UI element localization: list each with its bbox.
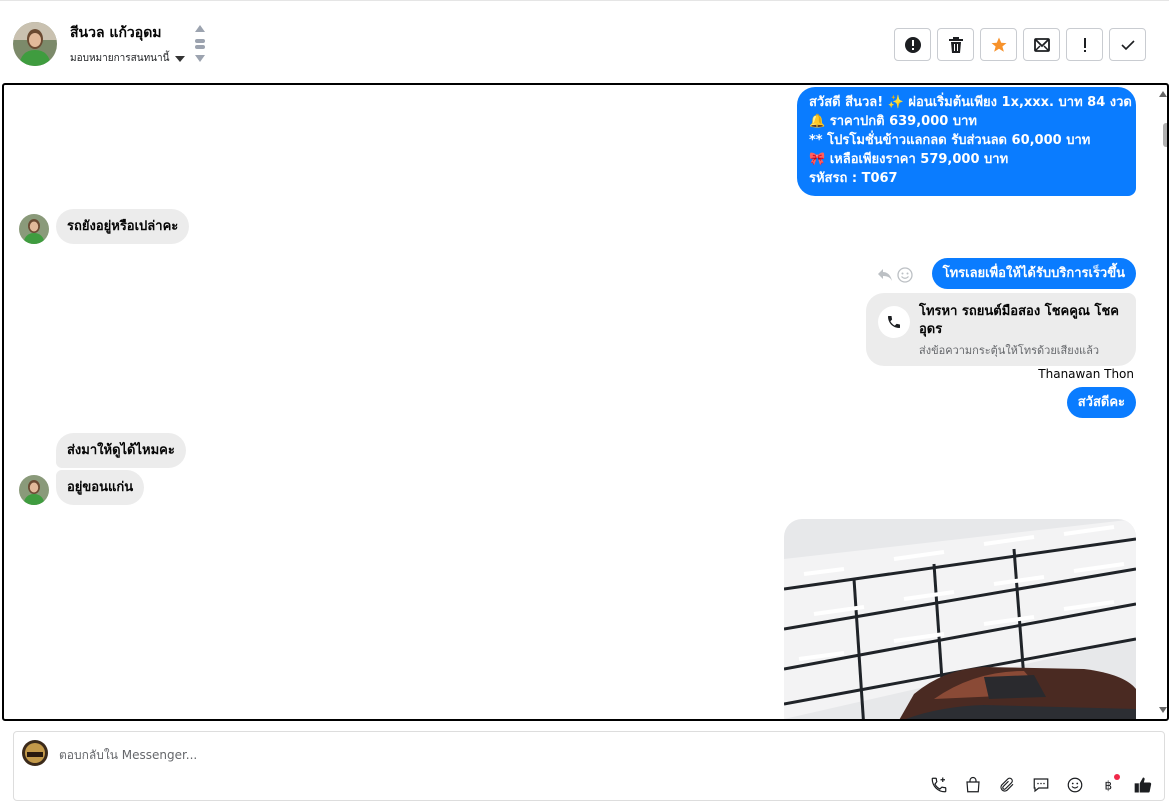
saved-replies-icon[interactable] <box>1030 774 1052 796</box>
alert-circle-icon <box>904 36 921 53</box>
promo-line: รหัสรถ : T067 <box>809 171 898 186</box>
check-icon <box>1120 39 1135 50</box>
reply-icon[interactable] <box>877 268 893 282</box>
conversation-nav[interactable] <box>193 25 207 65</box>
call-card-subtitle: ส่งข้อความกระตุ้นให้โทรด้วยเสียงแล้ว <box>919 344 1100 357</box>
star-button[interactable] <box>980 28 1017 61</box>
incoming-message[interactable]: อยู่ขอนแก่น <box>56 470 145 505</box>
notification-dot <box>1114 774 1120 780</box>
assign-label: มอบหมายการสนทนานี้ <box>70 53 170 64</box>
caret-down-icon <box>175 55 186 62</box>
exclamation-icon <box>1083 37 1086 52</box>
next-conversation-icon[interactable] <box>195 55 205 62</box>
contact-avatar[interactable] <box>13 22 57 66</box>
envelope-x-icon <box>1033 37 1050 52</box>
reply-input[interactable]: ตอบกลับใน Messenger... <box>59 746 197 765</box>
handle-icon <box>195 39 205 43</box>
outgoing-message[interactable]: โทรเลยเพื่อให้ได้รับบริการเร็วขึ้น <box>931 258 1136 289</box>
spam-button[interactable] <box>894 28 931 61</box>
promo-line: 🎀 เหลือเพียงราคา 579,000 บาท <box>809 152 1009 167</box>
message-thread[interactable]: สวัสดี สีนวล! ✨ ผ่อนเริ่มต้นเพียง 1x,xxx… <box>2 83 1169 721</box>
conversation-header: สีนวล แก้วอุดม มอบหมายการสนทนานี้ <box>0 0 1169 84</box>
conversation-toolbar <box>894 28 1146 61</box>
delete-button[interactable] <box>937 28 974 61</box>
scrollbar-thumb[interactable] <box>1163 123 1167 147</box>
mark-unread-button[interactable] <box>1023 28 1060 61</box>
contact-avatar-small <box>19 214 49 244</box>
shopping-bag-icon[interactable] <box>962 774 984 796</box>
baht-payment-icon[interactable]: ฿ <box>1098 774 1120 796</box>
sender-name: Thanawan Thon <box>1038 367 1134 381</box>
outgoing-message-promo[interactable]: สวัสดี สีนวล! ✨ ผ่อนเริ่มต้นเพียง 1x,xxx… <box>797 87 1136 196</box>
phone-icon-wrap <box>878 306 910 338</box>
follow-up-button[interactable] <box>1066 28 1103 61</box>
attachment-icon[interactable] <box>996 774 1018 796</box>
promo-line: 🔔 ราคาปกติ 639,000 บาท <box>809 114 977 129</box>
emoji-react-icon[interactable] <box>897 267 913 283</box>
trash-icon <box>948 36 963 53</box>
star-icon <box>991 37 1006 52</box>
promo-line: สวัสดี สีนวล! ✨ ผ่อนเริ่มต้นเพียง 1x,xxx… <box>809 95 1132 110</box>
emoji-icon[interactable] <box>1064 774 1086 796</box>
handle-icon <box>195 45 205 49</box>
done-button[interactable] <box>1109 28 1146 61</box>
call-card-title: โทรหา รถยนต์มือสอง โชคคูณ โชค อุดร <box>919 304 1120 337</box>
incoming-message[interactable]: รถยังอยู่หรือเปล่าคะ <box>56 209 190 244</box>
page-avatar <box>22 740 48 766</box>
assign-dropdown[interactable]: มอบหมายการสนทนานี้ <box>70 51 186 66</box>
call-request-card[interactable]: โทรหา รถยนต์มือสอง โชคคูณ โชค อุดร ส่งข้… <box>866 293 1136 366</box>
composer-actions: ฿ <box>928 774 1154 796</box>
call-add-icon[interactable] <box>928 774 950 796</box>
scroll-up-icon[interactable] <box>1159 91 1167 97</box>
message-actions <box>877 267 913 283</box>
like-icon[interactable] <box>1132 774 1154 796</box>
composer[interactable]: ตอบกลับใน Messenger... ฿ <box>13 731 1165 801</box>
car-photo-attachment[interactable] <box>784 519 1136 719</box>
scroll-down-icon[interactable] <box>1159 707 1167 713</box>
promo-line: ** โปรโมชั่นข้าวแลกลด รับส่วนลด 60,000 บ… <box>809 133 1091 148</box>
outgoing-message[interactable]: สวัสดีคะ <box>1066 387 1136 418</box>
contact-avatar-small <box>19 475 49 505</box>
svg-text:฿: ฿ <box>1105 779 1113 793</box>
incoming-message[interactable]: ส่งมาให้ดูได้ไหมคะ <box>56 433 186 468</box>
phone-icon <box>888 316 900 328</box>
previous-conversation-icon[interactable] <box>195 25 205 32</box>
contact-name: สีนวล แก้วอุดม <box>70 25 162 41</box>
